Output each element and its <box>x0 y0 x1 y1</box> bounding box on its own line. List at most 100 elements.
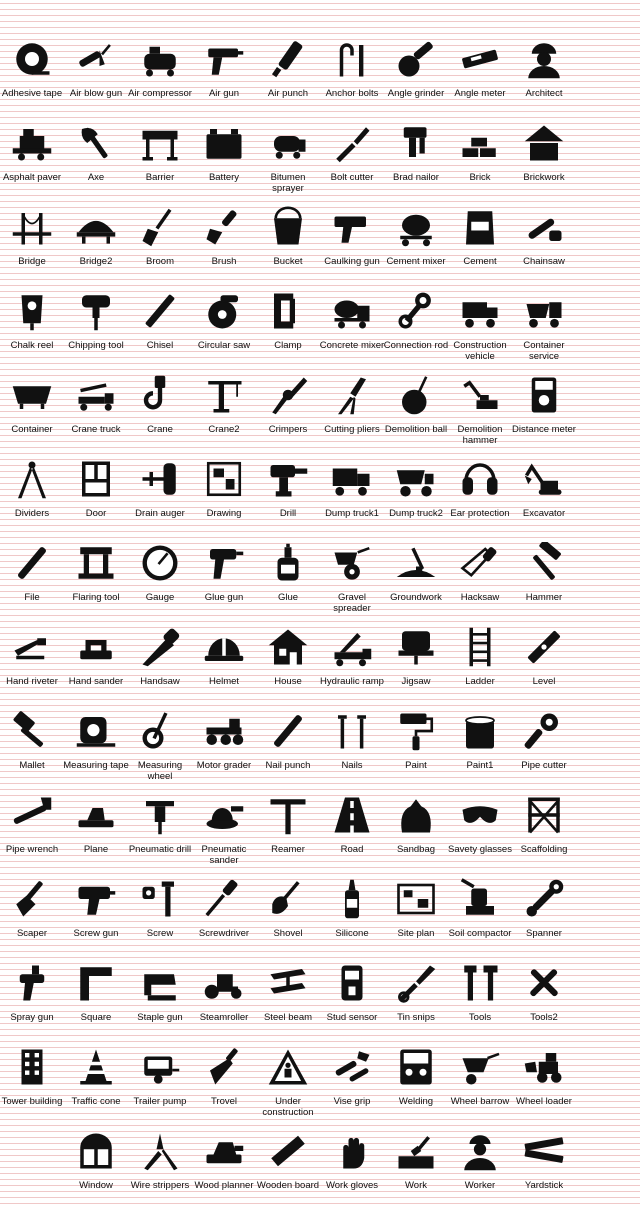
icon-cell: Groundwork <box>384 518 448 603</box>
tools-icon <box>458 962 502 1004</box>
wire-strippers-icon <box>138 1130 182 1172</box>
icon-cell: Barrier <box>128 98 192 183</box>
icon-cell: Screw <box>128 854 192 939</box>
icon-cell: Anchor bolts <box>320 14 384 99</box>
hydraulic-ramp-icon <box>330 626 374 668</box>
icon-cell: Drill <box>256 434 320 519</box>
icon-cell: Crimpers <box>256 350 320 435</box>
icon-cell: Scaper <box>0 854 64 939</box>
crane-hook-icon <box>138 374 182 416</box>
icon-cell: Air punch <box>256 14 320 99</box>
icon-cell: Glue <box>256 518 320 603</box>
icon-cell: Broom <box>128 182 192 267</box>
icon-cell: Dump truck1 <box>320 434 384 519</box>
icon-cell: Battery <box>192 98 256 183</box>
barrier-icon <box>138 122 182 164</box>
icon-cell: Pneumatic sander <box>192 770 256 866</box>
icon-cell: Site plan <box>384 854 448 939</box>
icon-cell: Hacksaw <box>448 518 512 603</box>
icon-cell: Dump truck2 <box>384 434 448 519</box>
broom-icon <box>138 206 182 248</box>
icon-cell: Hand sander <box>64 602 128 687</box>
nails-icon <box>330 710 374 752</box>
screw-gun-icon <box>74 878 118 920</box>
icon-cell: Traffic cone <box>64 1022 128 1107</box>
icon-cell: Work <box>384 1106 448 1191</box>
jigsaw-icon <box>394 626 438 668</box>
hammer-icon <box>522 542 566 584</box>
crane-truck-icon <box>74 374 118 416</box>
trowel-icon <box>202 1046 246 1088</box>
drill-icon <box>266 458 310 500</box>
icon-cell: Hammer <box>512 518 576 603</box>
icon-cell: Wheel barrow <box>448 1022 512 1107</box>
plane-tool-icon <box>74 794 118 836</box>
icon-cell: Architect <box>512 14 576 99</box>
dump-truck2-icon <box>394 458 438 500</box>
icon-cell: Soil compactor <box>448 854 512 939</box>
chalk-reel-icon <box>10 290 54 332</box>
icon-cell: Handsaw <box>128 602 192 687</box>
icon-cell: Demolition hammer <box>448 350 512 446</box>
icon-cell: Angle grinder <box>384 14 448 99</box>
icon-cell: Mallet <box>0 686 64 771</box>
icon-cell: Gauge <box>128 518 192 603</box>
icon-cell: Reamer <box>256 770 320 855</box>
icon-cell: Hand riveter <box>0 602 64 687</box>
silicone-icon <box>330 878 374 920</box>
icon-cell: Stud sensor <box>320 938 384 1023</box>
worker-icon <box>458 1130 502 1172</box>
hacksaw-icon <box>458 542 502 584</box>
square-ruler-icon <box>74 962 118 1004</box>
icon-cell: Brick <box>448 98 512 183</box>
air-blow-gun-icon <box>74 38 118 80</box>
icon-cell: Measuring tape <box>63 686 129 771</box>
cement-mixer-icon <box>394 206 438 248</box>
icon-cell: Brad nailor <box>384 98 448 183</box>
paint-roller-icon <box>394 710 438 752</box>
icon-cell: Nails <box>320 686 384 771</box>
icon-cell: House <box>256 602 320 687</box>
icon-cell: Wood planner <box>192 1106 256 1191</box>
tin-snips-icon <box>394 962 438 1004</box>
icon-cell: Paint <box>384 686 448 771</box>
icon-cell: Concrete mixer <box>320 266 384 351</box>
icon-cell: File <box>0 518 64 603</box>
icon-cell: Construction vehicle <box>448 266 512 362</box>
wood-planer-icon <box>202 1130 246 1172</box>
icon-cell: Drawing <box>192 434 256 519</box>
safety-glasses-icon <box>458 794 502 836</box>
icon-cell: Welding <box>384 1022 448 1107</box>
screw-icon <box>138 878 182 920</box>
icon-cell: Screwdriver <box>192 854 256 939</box>
icon-cell: Hydraulic ramp <box>320 602 384 687</box>
battery-icon <box>202 122 246 164</box>
mallet-icon <box>10 710 54 752</box>
welding-icon <box>394 1046 438 1088</box>
container-icon <box>10 374 54 416</box>
traffic-cone-icon <box>74 1046 118 1088</box>
icon-label: Wire strippers <box>130 1180 190 1191</box>
icon-cell: Bucket <box>256 182 320 267</box>
yardstick-icon <box>522 1130 566 1172</box>
icon-cell: Cutting pliers <box>320 350 384 435</box>
window-icon <box>74 1130 118 1172</box>
icon-cell: Work gloves <box>320 1106 384 1191</box>
file-tool-icon <box>10 542 54 584</box>
icon-label: Yardstick <box>524 1180 564 1191</box>
icon-cell: Road <box>320 770 384 855</box>
icon-cell: Air compressor <box>128 14 192 99</box>
door-icon <box>74 458 118 500</box>
gravel-spreader-icon <box>330 542 374 584</box>
pneumatic-sander-icon <box>202 794 246 836</box>
angle-grinder-icon <box>394 38 438 80</box>
icon-cell: Chalk reel <box>0 266 64 351</box>
icon-cell: Angle meter <box>448 14 512 99</box>
tower-crane-icon <box>202 374 246 416</box>
cement-bag-icon <box>458 206 502 248</box>
icon-label: Wood planner <box>194 1180 254 1191</box>
icon-cell: Demolition ball <box>384 350 448 435</box>
air-compressor-icon <box>138 38 182 80</box>
icon-cell: Under construction <box>256 1022 320 1118</box>
icon-cell: Pneumatic drill <box>128 770 192 855</box>
